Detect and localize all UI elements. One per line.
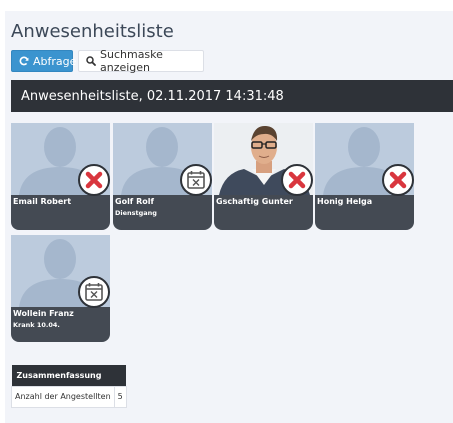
- employee-name: Wollein Franz: [13, 309, 74, 318]
- page-title: Anwesenheitsliste: [11, 21, 174, 42]
- query-button-label: Abfrage: [33, 54, 77, 68]
- list-header-title: Anwesenheitsliste, 02.11.2017 14:31:48: [21, 88, 284, 104]
- list-header-bar: Anwesenheitsliste, 02.11.2017 14:31:48: [11, 80, 453, 112]
- employee-name: Honig Helga: [317, 197, 373, 206]
- absent-icon: [281, 164, 313, 196]
- employee-card[interactable]: Gschaftig Gunter: [214, 123, 313, 230]
- employee-card[interactable]: Honig Helga: [315, 123, 414, 230]
- show-search-mask-label: Suchmaske anzeigen: [100, 48, 163, 74]
- table-row: Anzahl der Angestellten 5: [11, 385, 127, 408]
- calendar-x-icon: [180, 164, 212, 196]
- employee-name: Golf Rolf: [115, 197, 154, 206]
- absent-icon: [382, 164, 414, 196]
- summary-label: Anzahl der Angestellten: [11, 385, 115, 408]
- employee-name: Email Robert: [13, 197, 72, 206]
- summary-heading: Zusammenfassung: [11, 365, 127, 386]
- summary-value: 5: [113, 385, 127, 408]
- employee-name: Gschaftig Gunter: [216, 197, 293, 206]
- employee-card[interactable]: Wollein Franz Krank 10.04.: [11, 235, 110, 342]
- employee-note: Dienstgang: [115, 209, 157, 217]
- employee-card[interactable]: Email Robert: [11, 123, 110, 230]
- query-button[interactable]: Abfrage: [11, 50, 77, 72]
- employee-card[interactable]: Golf Rolf Dienstgang: [113, 123, 212, 230]
- refresh-icon: [19, 56, 29, 66]
- search-icon: [86, 56, 96, 66]
- absent-icon: [78, 164, 110, 196]
- summary-table: Zusammenfassung Anzahl der Angestellten …: [11, 365, 127, 408]
- show-search-mask-button[interactable]: Suchmaske anzeigen: [78, 48, 204, 74]
- employee-note: Krank 10.04.: [13, 321, 60, 329]
- calendar-x-icon: [78, 276, 110, 308]
